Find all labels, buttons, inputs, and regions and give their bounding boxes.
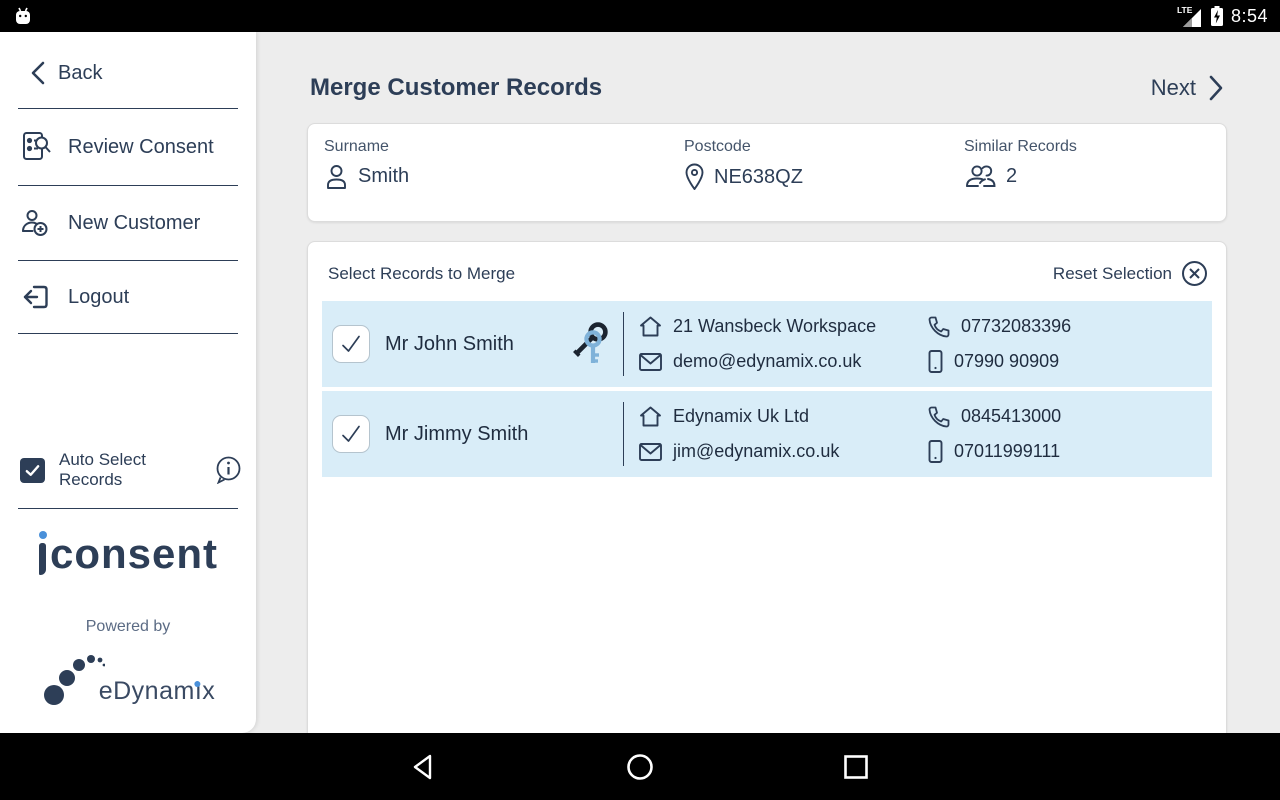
phone-icon (927, 405, 951, 429)
mobile-phone-icon (927, 349, 944, 374)
back-label: Back (58, 62, 102, 85)
record-email: demo@edynamix.co.uk (638, 351, 927, 372)
next-label: Next (1151, 75, 1196, 101)
consent-logo: consent (38, 533, 218, 575)
search-summary-card: Surname Smith Postcode (307, 123, 1227, 222)
status-time: 8:54 (1231, 6, 1268, 27)
record-row[interactable]: Mr Jimmy Smith Edynamix Uk Ltd (322, 391, 1212, 477)
record-phone: 0845413000 (927, 405, 1061, 429)
chevron-right-icon (1206, 74, 1226, 102)
nav-recents-button[interactable] (841, 752, 871, 782)
new-customer-icon (20, 207, 52, 239)
auto-select-label: Auto Select Records (59, 450, 201, 490)
postcode-label: Postcode (684, 138, 964, 156)
keys-icon (571, 320, 613, 368)
review-consent-icon (20, 130, 52, 164)
divider (18, 333, 238, 334)
sidebar-item-review-consent[interactable]: Review Consent (0, 109, 256, 185)
record-row[interactable]: Mr John Smith (322, 301, 1212, 387)
surname-column: Surname Smith (324, 138, 684, 207)
brand-block: consent Powered by eDynam●ıx (0, 509, 256, 711)
similar-records-count: 2 (1006, 165, 1017, 188)
sidebar: Back Review Consent (0, 32, 256, 733)
sidebar-item-label: Logout (68, 286, 129, 309)
sidebar-item-new-customer[interactable]: New Customer (0, 186, 256, 260)
consent-logo-i-glyph (38, 535, 47, 575)
record-checkbox[interactable] (332, 415, 370, 453)
location-pin-icon (684, 163, 705, 191)
record-email: jim@edynamix.co.uk (638, 441, 927, 462)
back-button[interactable]: Back (0, 32, 256, 108)
auto-select-records-row: Auto Select Records (0, 432, 256, 508)
lte-signal-icon: LTE (1177, 4, 1203, 28)
main-header: Merge Customer Records Next (256, 32, 1280, 102)
status-bar: LTE 8:54 (0, 0, 1280, 32)
sidebar-item-label: New Customer (68, 212, 200, 235)
record-address: Edynamix Uk Ltd (638, 405, 927, 428)
surname-value: Smith (358, 165, 409, 188)
edynamix-logo: eDynam●ıx (41, 648, 216, 706)
record-name: Mr Jimmy Smith (385, 423, 528, 446)
close-circle-icon (1181, 260, 1208, 287)
merge-records-card: Select Records to Merge Reset Selection (307, 241, 1227, 745)
reset-selection-label: Reset Selection (1053, 264, 1172, 284)
home-icon (638, 405, 663, 428)
svg-text:LTE: LTE (1177, 5, 1193, 15)
main-content: Merge Customer Records Next Surname Smi (256, 32, 1280, 733)
person-icon (324, 163, 349, 190)
chevron-left-icon (28, 60, 50, 86)
nav-home-button[interactable] (625, 752, 655, 782)
merge-card-title: Select Records to Merge (328, 264, 515, 284)
powered-by-label: Powered by (0, 618, 256, 636)
home-icon (638, 315, 663, 338)
surname-label: Surname (324, 138, 684, 156)
logout-icon (20, 282, 52, 312)
record-address: 21 Wansbeck Workspace (638, 315, 927, 338)
people-icon (964, 163, 997, 190)
edynamix-dots-icon (41, 648, 105, 706)
auto-select-checkbox[interactable] (20, 458, 45, 483)
phone-icon (927, 315, 951, 339)
similar-records-column: Similar Records 2 (964, 138, 1077, 207)
envelope-icon (638, 442, 663, 462)
envelope-icon (638, 352, 663, 372)
android-navigation-bar (0, 733, 1280, 800)
battery-charging-icon (1210, 4, 1224, 28)
sidebar-item-label: Review Consent (68, 136, 214, 159)
reset-selection-button[interactable]: Reset Selection (1053, 260, 1208, 287)
edynamix-wordmark: eDynam●ıx (99, 677, 216, 706)
record-name: Mr John Smith (385, 333, 514, 356)
next-button[interactable]: Next (1151, 74, 1226, 102)
mobile-phone-icon (927, 439, 944, 464)
android-notification-icon (12, 5, 34, 27)
postcode-value: NE638QZ (714, 166, 803, 189)
postcode-column: Postcode NE638QZ (684, 138, 964, 207)
similar-records-label: Similar Records (964, 138, 1077, 156)
consent-logo-text: consent (50, 533, 218, 575)
record-mobile: 07990 90909 (927, 349, 1071, 374)
record-checkbox[interactable] (332, 325, 370, 363)
page-title: Merge Customer Records (310, 74, 602, 102)
nav-back-button[interactable] (409, 752, 439, 782)
info-icon[interactable] (215, 456, 242, 484)
record-mobile: 07011999111 (927, 439, 1061, 464)
sidebar-item-logout[interactable]: Logout (0, 261, 256, 333)
record-phone: 07732083396 (927, 315, 1071, 339)
